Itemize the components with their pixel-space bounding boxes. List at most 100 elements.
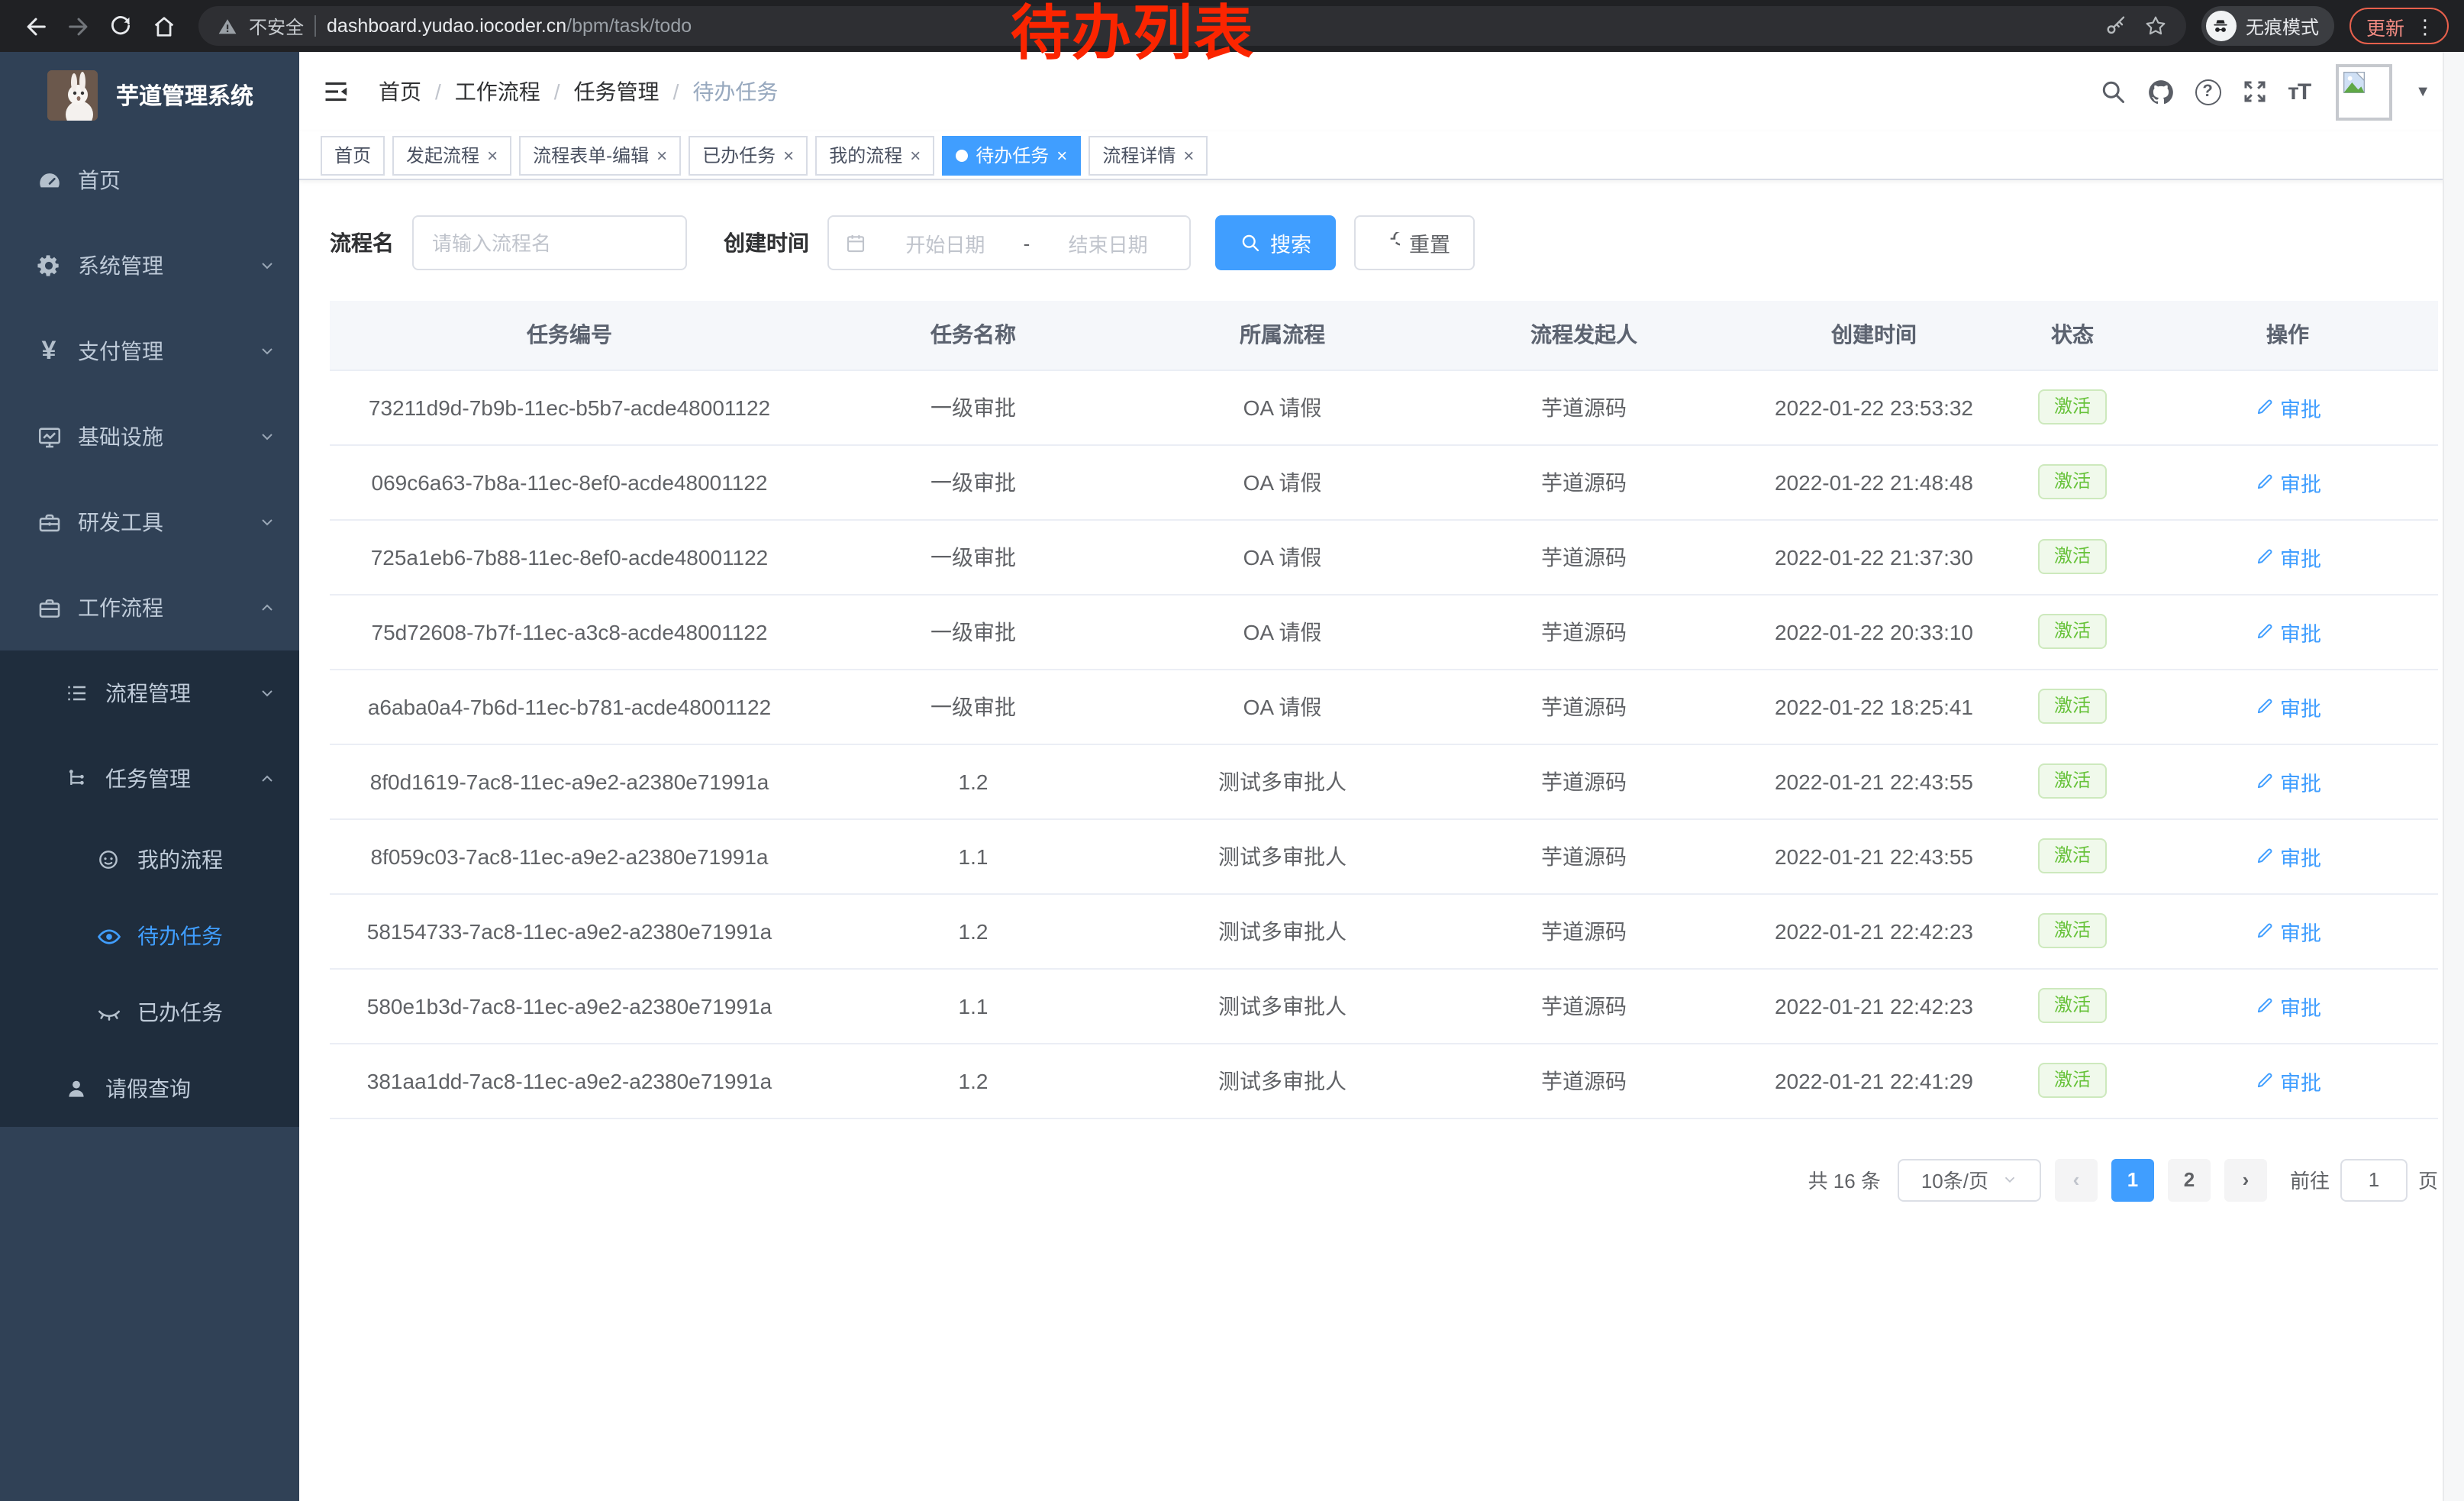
sidebar-item-dev[interactable]: 研发工具 <box>0 479 299 565</box>
approve-link[interactable]: 审批 <box>2254 1065 2321 1096</box>
help-icon[interactable]: ? <box>2195 79 2221 105</box>
tab-my-process[interactable]: 我的流程× <box>815 135 934 175</box>
process-cell: 测试多审批人 <box>1137 968 1427 1043</box>
close-icon[interactable]: × <box>910 146 921 164</box>
font-size-icon[interactable]: ᴛT <box>2288 79 2310 105</box>
actions-cell: 审批 <box>2137 370 2438 444</box>
avatar-caret-icon[interactable]: ▼ <box>2415 83 2430 100</box>
approve-link[interactable]: 审批 <box>2254 466 2321 497</box>
date-range-picker[interactable]: 开始日期 - 结束日期 <box>827 215 1191 270</box>
sidebar-item-home[interactable]: 首页 <box>0 137 299 223</box>
person-icon <box>63 1077 90 1101</box>
screen: 不安全 dashboard.yudao.iocoder.cn/bpm/task/… <box>0 0 2464 1501</box>
breadcrumb-item[interactable]: 工作流程 <box>455 76 540 107</box>
sidebar-item-my-process[interactable]: 我的流程 <box>0 822 299 898</box>
fullscreen-icon[interactable] <box>2240 78 2268 105</box>
url-text[interactable]: dashboard.yudao.iocoder.cn/bpm/task/todo <box>327 15 692 37</box>
task-name-cell: 1.2 <box>809 893 1137 968</box>
tab-form-edit[interactable]: 流程表单-编辑× <box>519 135 681 175</box>
sidebar-item-done[interactable]: 已办任务 <box>0 974 299 1051</box>
page-scrollbar[interactable] <box>2443 52 2464 1501</box>
security-label[interactable]: 不安全 <box>249 13 304 39</box>
todo-task-table: 任务编号 任务名称 所属流程 流程发起人 创建时间 状态 操作 73211d9d… <box>330 301 2438 1118</box>
page-button-2[interactable]: 2 <box>2168 1158 2211 1201</box>
breadcrumb-item[interactable]: 首页 <box>379 76 421 107</box>
sidebar-item-label: 系统管理 <box>78 250 163 281</box>
sidebar-item-todo[interactable]: 待办任务 <box>0 898 299 974</box>
actions-cell: 审批 <box>2137 1043 2438 1118</box>
browser-update-button[interactable]: 更新 ⋮ <box>2350 8 2449 44</box>
tab-todo-task[interactable]: 待办任务× <box>942 135 1081 175</box>
process-cell: 测试多审批人 <box>1137 744 1427 818</box>
approve-link[interactable]: 审批 <box>2254 541 2321 572</box>
table-row: 58154733-7ac8-11ec-a9e2-a2380e71991a1.2测… <box>330 893 2438 968</box>
search-icon[interactable] <box>2098 78 2126 105</box>
sidebar-item-label: 待办任务 <box>137 921 223 951</box>
app-logo[interactable]: 芋道管理系统 <box>0 52 299 137</box>
close-icon[interactable]: × <box>656 146 667 164</box>
approve-link[interactable]: 审批 <box>2254 915 2321 946</box>
search-button[interactable]: 搜索 <box>1215 215 1336 270</box>
close-icon[interactable]: × <box>487 146 498 164</box>
approve-link[interactable]: 审批 <box>2254 841 2321 871</box>
home-icon[interactable] <box>144 6 183 46</box>
actions-cell: 审批 <box>2137 744 2438 818</box>
eye-icon <box>95 923 122 949</box>
sidebar-item-bpm[interactable]: 工作流程 <box>0 565 299 650</box>
sidebar-item-task[interactable]: 任务管理 <box>0 736 299 822</box>
starter-cell: 芋道源码 <box>1427 594 1740 669</box>
status-badge: 激活 <box>2039 988 2106 1023</box>
process-cell: OA 请假 <box>1137 594 1427 669</box>
sidebar-item-system[interactable]: 系统管理 <box>0 223 299 308</box>
process-name-input[interactable] <box>412 215 687 270</box>
sidebar-collapse-icon[interactable] <box>321 78 351 105</box>
approve-link[interactable]: 审批 <box>2254 766 2321 796</box>
password-key-icon[interactable] <box>2104 14 2128 38</box>
reload-icon[interactable] <box>101 6 140 46</box>
approve-link[interactable]: 审批 <box>2254 616 2321 647</box>
actions-cell: 审批 <box>2137 594 2438 669</box>
status-cell: 激活 <box>2008 519 2137 594</box>
app-title: 芋道管理系统 <box>116 79 253 111</box>
page-size-select[interactable]: 10条/页 <box>1898 1158 2041 1201</box>
sidebar-item-pay[interactable]: ¥ 支付管理 <box>0 308 299 394</box>
page-button-1[interactable]: 1 <box>2111 1158 2154 1201</box>
omnibox-divider <box>314 15 316 37</box>
browser-menu-icon[interactable]: ⋮ <box>2415 16 2435 36</box>
sidebar-item-leave[interactable]: 请假查询 <box>0 1051 299 1127</box>
next-page-button[interactable]: › <box>2224 1158 2267 1201</box>
end-date-placeholder[interactable]: 结束日期 <box>1042 228 1174 257</box>
sidebar-item-infra[interactable]: 基础设施 <box>0 394 299 479</box>
avatar[interactable] <box>2336 63 2392 120</box>
tab-home[interactable]: 首页 <box>321 135 385 175</box>
approve-link[interactable]: 审批 <box>2254 691 2321 721</box>
start-date-placeholder[interactable]: 开始日期 <box>879 228 1011 257</box>
close-icon[interactable]: × <box>1056 146 1067 164</box>
goto-page-input[interactable] <box>2340 1158 2408 1201</box>
breadcrumb-item[interactable]: 任务管理 <box>574 76 660 107</box>
column-header-create-time: 创建时间 <box>1740 301 2008 370</box>
close-icon[interactable]: × <box>783 146 794 164</box>
actions-cell: 审批 <box>2137 893 2438 968</box>
reset-button[interactable]: 重置 <box>1354 215 1475 270</box>
back-icon[interactable] <box>15 6 55 46</box>
starter-cell: 芋道源码 <box>1427 669 1740 744</box>
status-cell: 激活 <box>2008 818 2137 893</box>
tab-process-detail[interactable]: 流程详情× <box>1088 135 1208 175</box>
create-time-cell: 2022-01-21 22:42:23 <box>1740 893 2008 968</box>
approve-link[interactable]: 审批 <box>2254 990 2321 1021</box>
status-badge: 激活 <box>2039 763 2106 799</box>
breadcrumb-item-current: 待办任务 <box>692 76 778 107</box>
bookmark-star-icon[interactable] <box>2143 14 2168 38</box>
approve-link[interactable]: 审批 <box>2254 392 2321 422</box>
chevron-down-icon <box>258 684 276 702</box>
briefcase-icon <box>35 595 63 621</box>
github-icon[interactable] <box>2146 77 2175 106</box>
tab-start-process[interactable]: 发起流程× <box>392 135 511 175</box>
tab-done-task[interactable]: 已办任务× <box>689 135 808 175</box>
status-badge: 激活 <box>2039 464 2106 499</box>
process-cell: OA 请假 <box>1137 669 1427 744</box>
starter-cell: 芋道源码 <box>1427 818 1740 893</box>
close-icon[interactable]: × <box>1183 146 1194 164</box>
sidebar-item-model[interactable]: 流程管理 <box>0 650 299 736</box>
